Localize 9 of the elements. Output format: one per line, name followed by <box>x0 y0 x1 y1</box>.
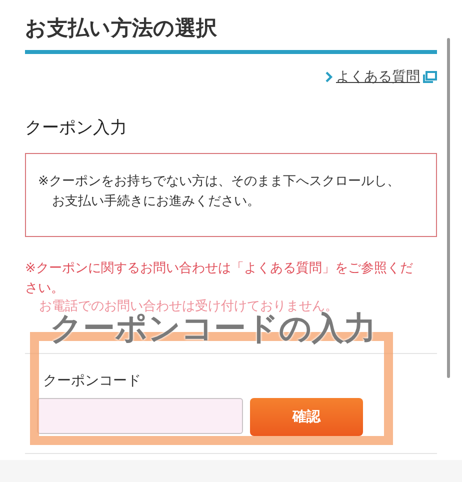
coupon-code-field[interactable] <box>37 398 243 434</box>
external-window-icon <box>423 71 437 83</box>
notice-text: ※クーポンをお持ちでない方は、そのまま下へスクロールし、 お支払い手続きにお進みください。 <box>38 173 401 211</box>
warning-text: ※クーポンに関するお問い合わせは「よくある質問」をご参照ください。 <box>25 260 414 298</box>
chevron-icon <box>325 71 333 83</box>
coupon-code-label: クーポンコード <box>43 372 142 390</box>
page-title: お支払い方法の選択 <box>25 10 437 54</box>
section-title: クーポン入力 <box>25 117 128 139</box>
scrollbar[interactable] <box>447 38 450 378</box>
